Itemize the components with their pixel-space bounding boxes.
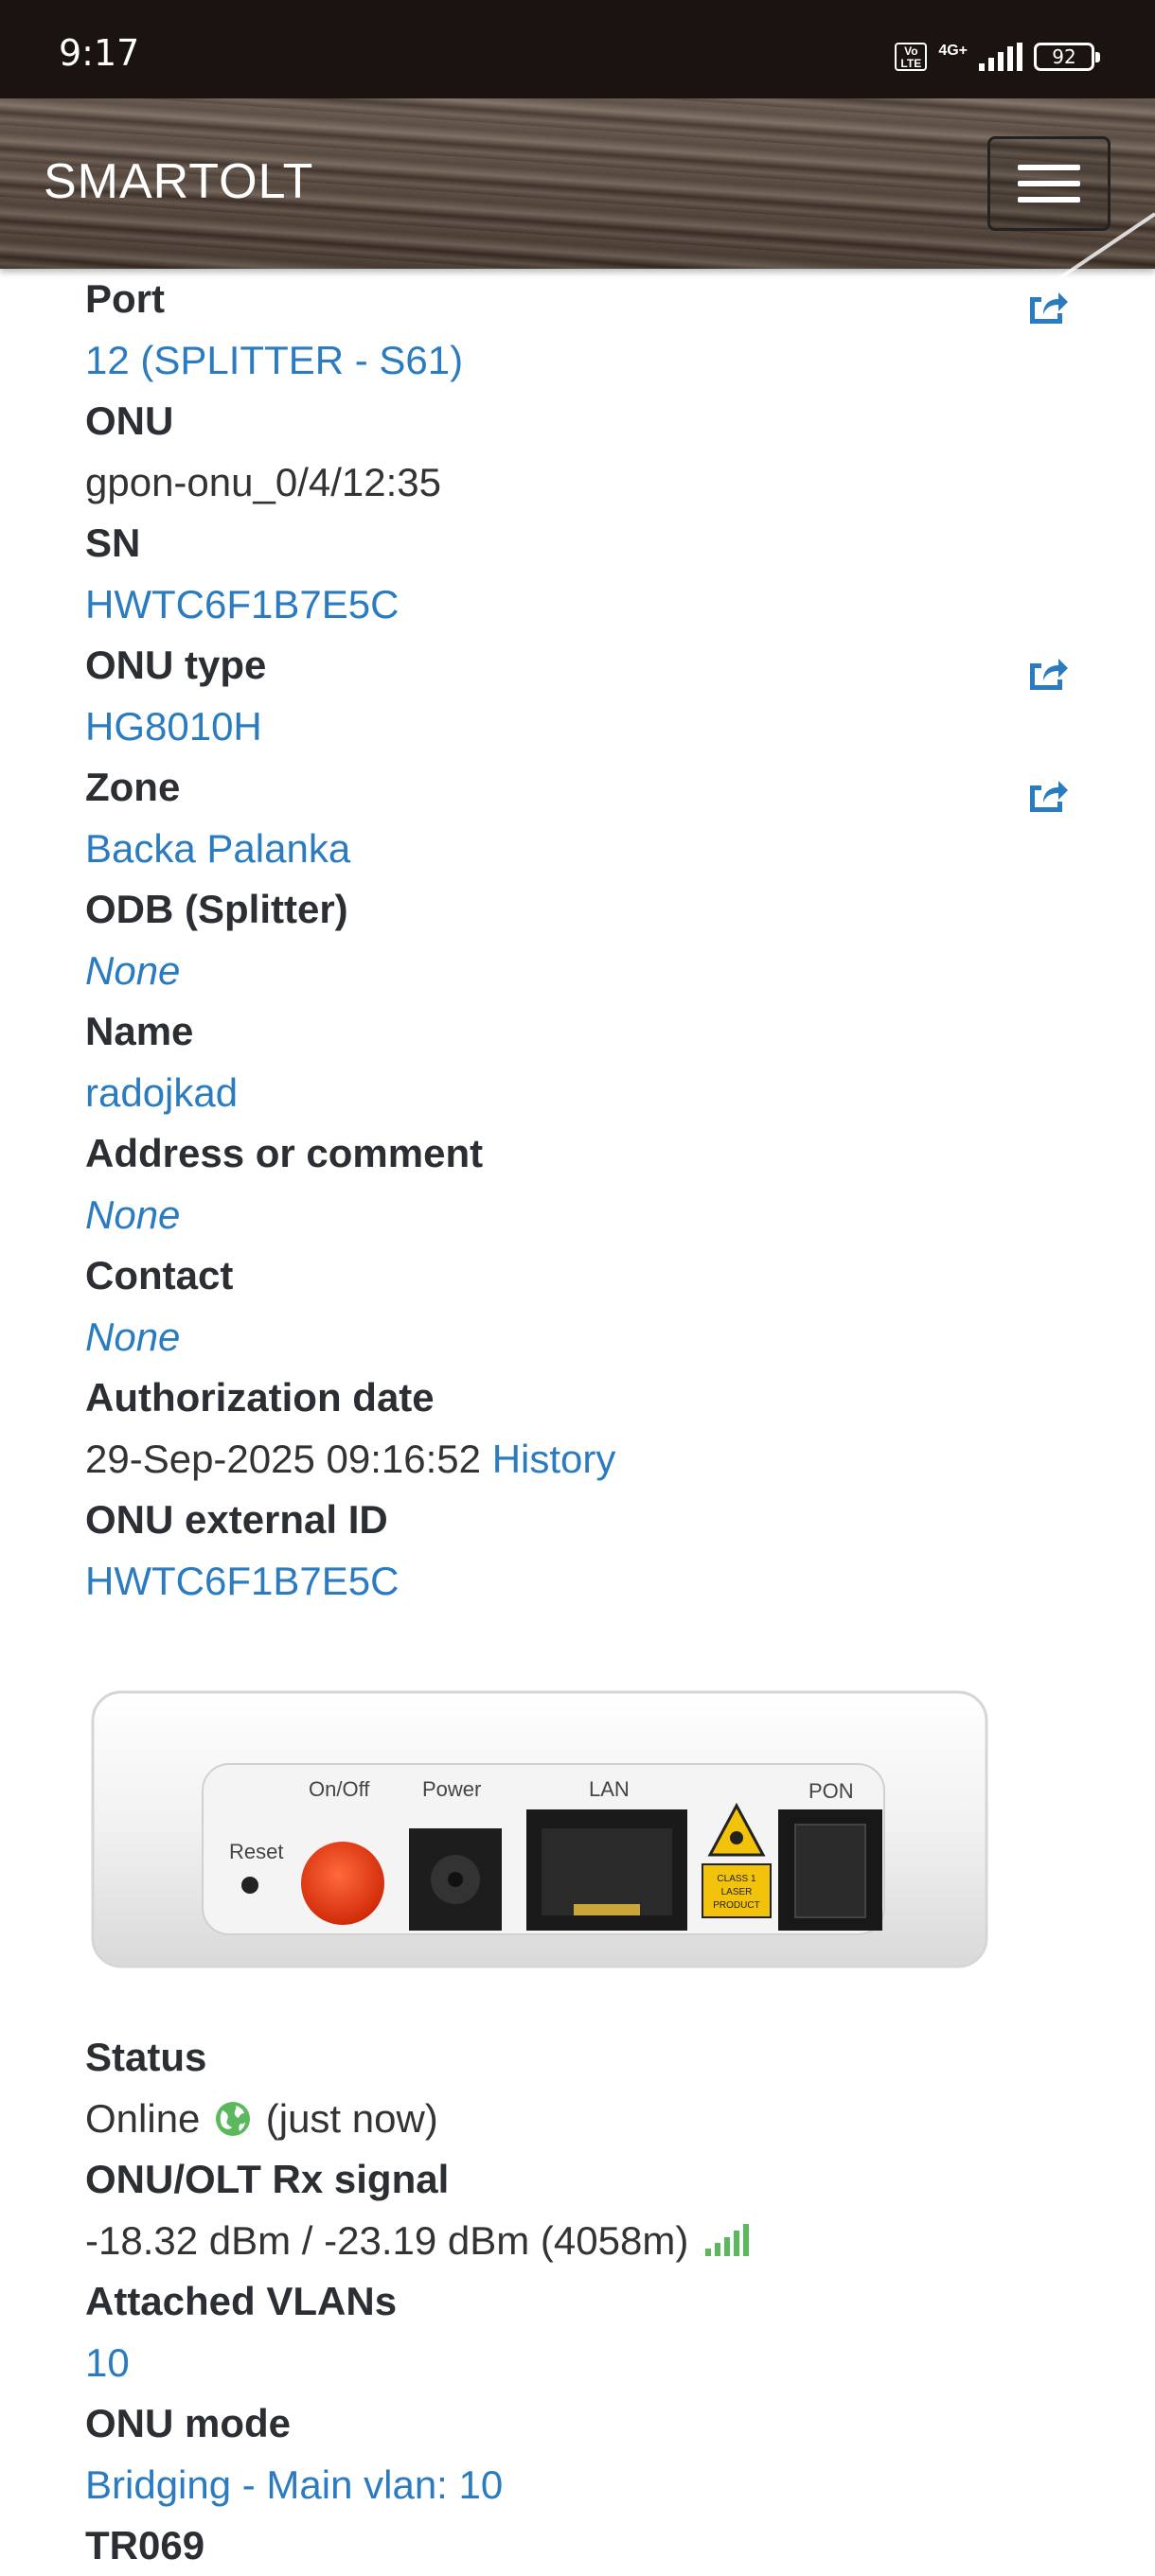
authorization-date-value: 29-Sep-2025 09:16:52 [85,1437,482,1481]
onu-status-section: Status Online (just now) ONU/OLT Rx sign… [85,2027,1079,2576]
share-edit-icon[interactable] [1026,776,1068,814]
field-address: Address or comment None [85,1123,1079,1245]
field-name: Name radojkad [85,1001,1079,1123]
signal-label: ONU/OLT Rx signal [85,2157,450,2201]
field-onu: ONU gpon-onu_0/4/12:35 [85,391,1079,513]
status-row: Online (just now) [85,2088,1079,2149]
status-value: Online [85,2096,201,2141]
status-icons: Vo LTE 4G+ 92 [895,38,1100,76]
hamburger-menu-icon [1018,181,1080,186]
field-label: Authorization date [85,1375,435,1420]
field-label: Zone [85,765,181,809]
name-link[interactable]: radojkad [85,1062,1079,1123]
lan-label: LAN [589,1777,630,1801]
tr069-label: TR069 [85,2523,205,2567]
field-onu-type: ONU type HG8010H [85,635,1079,757]
field-label: ONU [85,398,174,443]
field-label: Address or comment [85,1131,484,1175]
power-label: Power [422,1777,481,1801]
onu-device-image: Reset On/Off Power LAN CLASS 1 LASER PRO… [91,1690,988,1968]
signal-row: -18.32 dBm / -23.19 dBm (4058m) [85,2210,1079,2271]
share-edit-icon[interactable] [1026,288,1068,326]
signal-strength-icon [979,43,1022,71]
odb-link[interactable]: None [85,940,1079,1001]
field-contact: Contact None [85,1245,1079,1367]
mode-link[interactable]: Bridging - Main vlan: 10 [85,2454,1079,2515]
field-label: ONU external ID [85,1497,388,1542]
external-id-link[interactable]: HWTC6F1B7E5C [85,1550,1079,1612]
status-label: Status [85,2035,207,2079]
field-label: ODB (Splitter) [85,887,348,931]
brand-logo[interactable]: SMARTOLT [44,153,313,210]
history-link[interactable]: History [492,1437,616,1481]
field-zone: Zone Backa Palanka [85,757,1079,879]
reset-label: Reset [229,1840,283,1863]
field-label: SN [85,520,141,565]
android-status-bar: 9:17 Vo LTE 4G+ 92 [0,0,1155,98]
field-label: Contact [85,1253,234,1297]
network-type: 4G+ [938,43,968,59]
battery-icon: 92 [1034,43,1100,71]
sn-link[interactable]: HWTC6F1B7E5C [85,573,1079,635]
signal-value: -18.32 dBm / -23.19 dBm (4058m) [85,2218,689,2263]
volte-icon: Vo LTE [895,43,928,71]
navbar: SMARTOLT [0,98,1155,332]
hamburger-menu-button[interactable] [987,136,1111,231]
pon-label: PON [808,1779,854,1803]
onu-type-link[interactable]: HG8010H [85,696,1079,757]
onu-details: Port 12 (SPLITTER - S61) ONU gpon-onu_0/… [85,269,1079,1612]
vlans-label: Attached VLANs [85,2279,398,2323]
signal-bars-icon [704,2224,749,2256]
address-link[interactable]: None [85,1184,1079,1245]
battery-level: 92 [1052,45,1076,68]
field-label: ONU type [85,643,267,687]
zone-link[interactable]: Backa Palanka [85,818,1079,879]
clock: 9:17 [59,32,140,74]
globe-online-icon [216,2102,251,2136]
hamburger-menu-icon [1018,165,1080,170]
field-external-id: ONU external ID HWTC6F1B7E5C [85,1490,1079,1612]
field-odb: ODB (Splitter) None [85,879,1079,1001]
vlans-link[interactable]: 10 [85,2332,1079,2393]
field-label: Name [85,1009,194,1053]
mode-label: ONU mode [85,2401,292,2445]
svg-text:CLASS 1: CLASS 1 [717,1874,756,1884]
status-suffix: (just now) [265,2096,438,2141]
onoff-label: On/Off [309,1777,370,1801]
field-label: Port [85,276,165,321]
authorization-date-row: 29-Sep-2025 09:16:52 History [85,1428,1079,1490]
field-sn: SN HWTC6F1B7E5C [85,513,1079,635]
hamburger-menu-icon [1018,197,1080,203]
port-link[interactable]: 12 (SPLITTER - S61) [85,329,1079,391]
svg-text:PRODUCT: PRODUCT [713,1900,759,1911]
contact-link[interactable]: None [85,1306,1079,1367]
share-edit-icon[interactable] [1026,654,1068,692]
field-authorization-date: Authorization date 29-Sep-2025 09:16:52 … [85,1367,1079,1490]
svg-text:LASER: LASER [721,1887,753,1897]
field-port: Port 12 (SPLITTER - S61) [85,269,1079,391]
onu-value: gpon-onu_0/4/12:35 [85,460,442,504]
